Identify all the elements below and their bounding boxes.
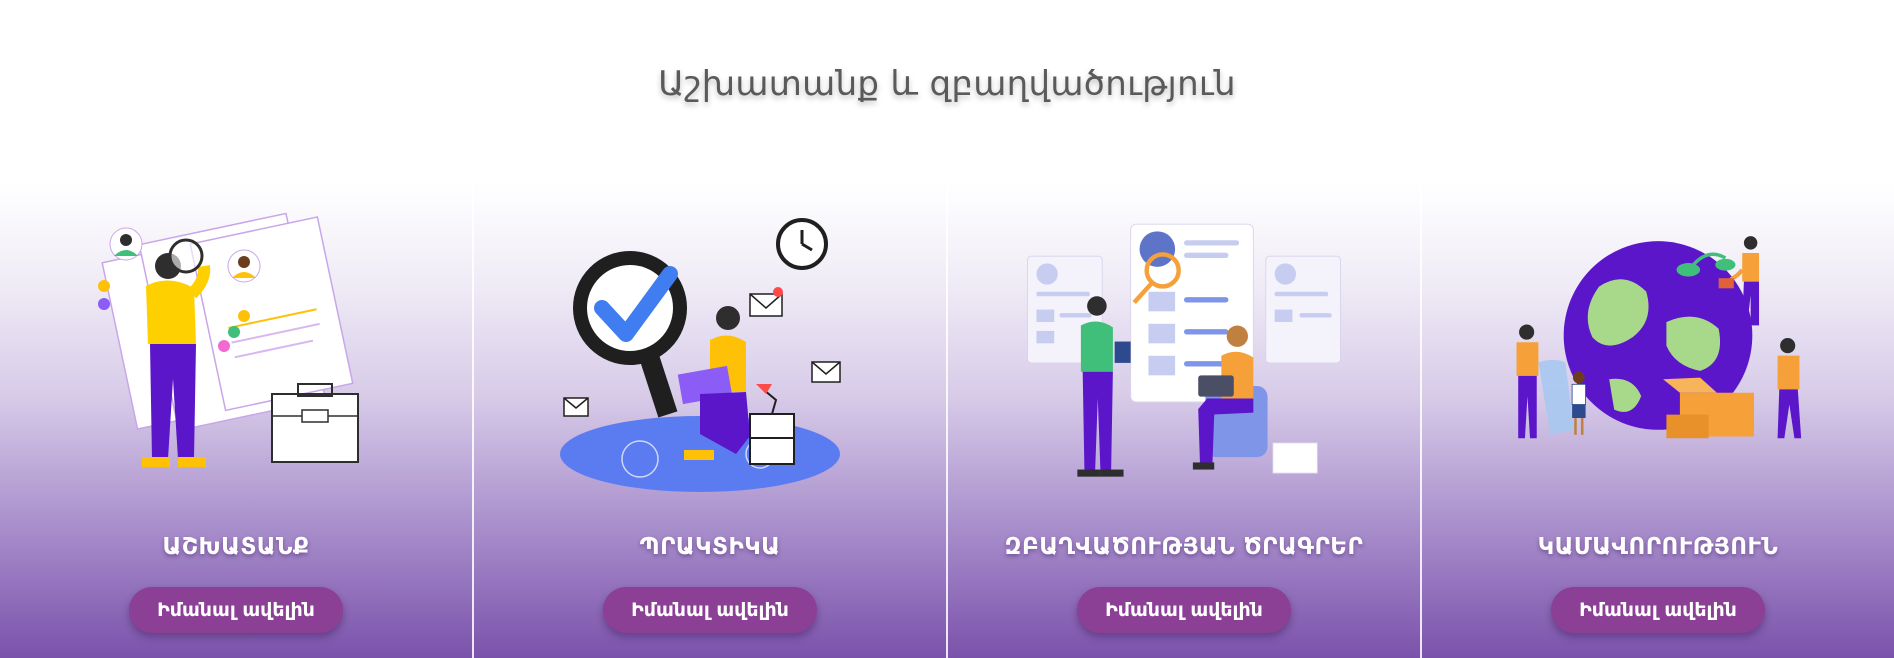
employment-programs-illustration — [1027, 223, 1341, 477]
cards-row: ԱՇԽԱՏԱՆՔ Իմանալ ավելին ՊՐԱԿՏԻԿԱ Իմանալ ա… — [0, 182, 1894, 658]
learn-more-button[interactable]: Իմանալ ավելին — [1077, 587, 1291, 633]
learn-more-button[interactable]: Իմանալ ավելին — [603, 587, 817, 633]
card-title: ԶԲԱՂՎԱԾՈՒԹՅԱՆ ԾՐԱԳՐԵՐ — [1004, 534, 1364, 560]
section-title: Աշխատանք և զբաղվածություն — [658, 64, 1236, 104]
card-title: ԱՇԽԱՏԱՆՔ — [162, 534, 310, 560]
internship-illustration — [560, 218, 841, 492]
card-volunteering: ԿԱՄԱՎՈՐՈՒԹՅՈՒՆ Իմանալ ավելին — [1420, 182, 1894, 658]
card-employment-programs: ԶԲԱՂՎԱԾՈՒԹՅԱՆ ԾՐԱԳՐԵՐ Իմանալ ավելին — [946, 182, 1420, 658]
card-job: ԱՇԽԱՏԱՆՔ Իմանալ ավելին — [0, 182, 472, 658]
card-title: ԿԱՄԱՎՈՐՈՒԹՅՈՒՆ — [1537, 534, 1779, 560]
learn-more-button[interactable]: Իմանալ ավելին — [129, 587, 343, 633]
card-internship: ՊՐԱԿՏԻԿԱ Իմանալ ավելին — [472, 182, 946, 658]
learn-more-button[interactable]: Իմանալ ավելին — [1551, 587, 1765, 633]
job-search-illustration — [98, 212, 359, 467]
card-title: ՊՐԱԿՏԻԿԱ — [639, 534, 781, 560]
volunteering-illustration — [1516, 236, 1802, 439]
